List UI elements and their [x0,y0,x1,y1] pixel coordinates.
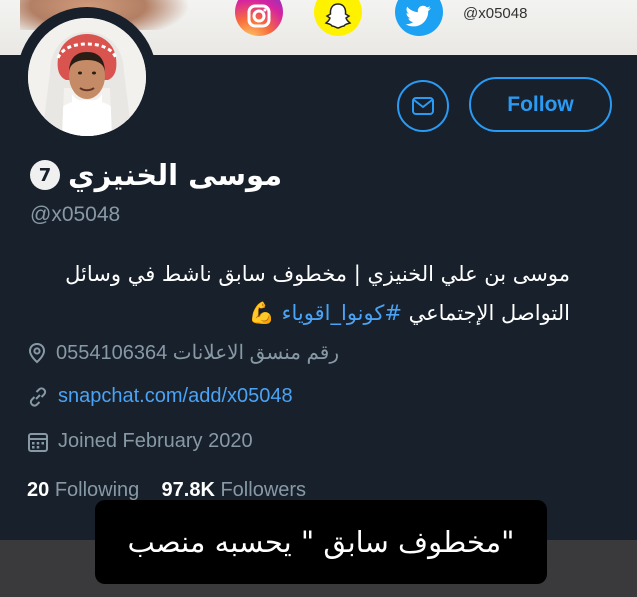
avatar[interactable] [22,12,152,142]
envelope-icon [412,97,434,115]
caption-overlay: "مخطوف سابق " يحسبه منصب [95,500,547,584]
twitter-icon [395,0,443,36]
location-pin-icon [28,342,46,363]
instagram-icon [235,0,283,36]
message-button[interactable] [397,80,449,132]
following-link[interactable]: 20 Following [27,479,139,501]
link-icon [29,386,47,407]
joined-text: Joined February 2020 [58,430,253,452]
bio-line-1: موسى بن علي الخنيزي | مخطوف سابق ناشط في… [65,262,570,286]
website-row: snapchat.com/add/x05048 [27,385,293,408]
bio-emoji: 💪 [248,301,275,325]
number-badge: 7 [30,160,60,190]
banner-handle: @x05048 [463,5,528,22]
followers-label: Followers [220,479,307,501]
follow-button[interactable]: Follow [469,77,612,132]
avatar-photo [28,18,146,136]
bio-text: التواصل الإجتماعي [401,301,570,325]
snapchat-icon [314,0,362,36]
bio-hashtag[interactable]: #كونوا_اقوياء [282,301,402,325]
joined-row: Joined February 2020 [27,430,253,453]
followers-link[interactable]: 97.8K Followers [162,479,307,501]
profile-handle: @x05048 [30,203,121,226]
calendar-icon [28,432,48,452]
location-text: رقم منسق الاعلانات 0554106364 [56,342,340,364]
website-link[interactable]: snapchat.com/add/x05048 [58,385,293,408]
name-row: موسى الخنيزي 7 [30,152,330,198]
display-name: موسى الخنيزي [68,158,283,192]
profile-bio: موسى بن علي الخنيزي | مخطوف سابق ناشط في… [30,255,570,333]
location-row: رقم منسق الاعلانات 0554106364 [27,340,339,365]
followers-count: 97.8K [161,479,215,501]
follow-stats: 20 Following 97.8K Followers [27,479,306,502]
following-label: Following [54,479,140,501]
following-count: 20 [27,479,50,501]
bio-line-2: التواصل الإجتماعي #كونوا_اقوياء 💪 [30,294,570,333]
